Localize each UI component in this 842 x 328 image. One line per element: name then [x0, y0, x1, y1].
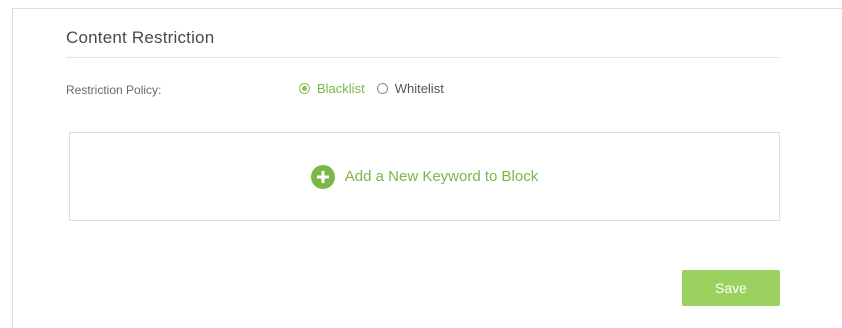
- radio-unchecked-icon[interactable]: [376, 83, 388, 94]
- keyword-list-box: Add a New Keyword to Block: [69, 132, 780, 221]
- radio-checked-icon[interactable]: [299, 83, 310, 94]
- save-button[interactable]: Save: [682, 270, 780, 306]
- plus-circle-icon[interactable]: [310, 164, 335, 189]
- radio-whitelist[interactable]: Whitelist: [376, 81, 444, 96]
- title-divider: [66, 57, 780, 58]
- restriction-policy-radio-group: Blacklist Whitelist: [299, 81, 456, 96]
- content-restriction-panel: Content Restriction Restriction Policy: …: [12, 8, 842, 328]
- radio-blacklist[interactable]: Blacklist: [299, 81, 365, 96]
- add-keyword-button[interactable]: Add a New Keyword to Block: [310, 164, 538, 189]
- radio-blacklist-label[interactable]: Blacklist: [317, 81, 365, 96]
- add-keyword-label[interactable]: Add a New Keyword to Block: [345, 168, 538, 185]
- radio-whitelist-label[interactable]: Whitelist: [395, 81, 444, 96]
- section-title: Content Restriction: [66, 28, 215, 47]
- restriction-policy-label: Restriction Policy:: [66, 83, 162, 97]
